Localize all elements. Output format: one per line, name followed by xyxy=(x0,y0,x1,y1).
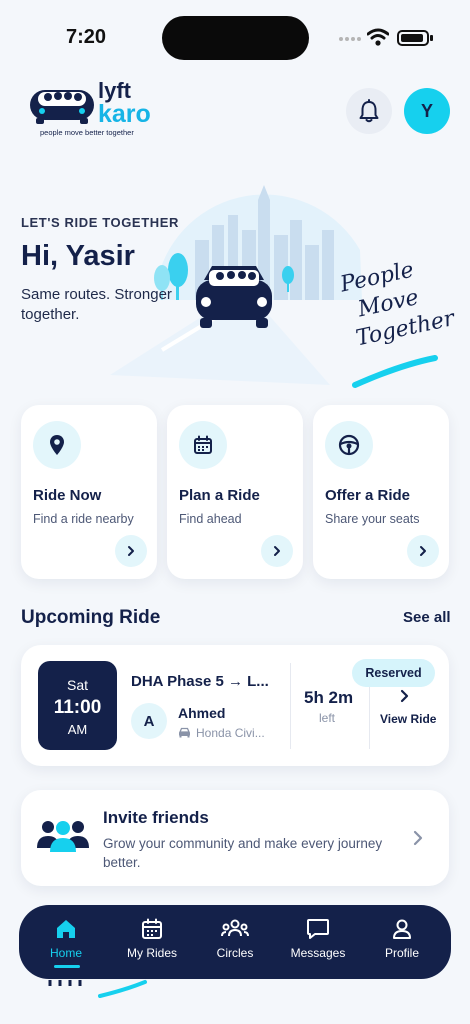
status-time: 7:20 xyxy=(66,26,107,48)
chevron-right-icon[interactable] xyxy=(412,830,424,846)
location-pin-icon xyxy=(50,435,64,455)
chevron-right-icon xyxy=(420,546,426,556)
greeting-title: Hi, Yasir xyxy=(21,240,135,272)
hero-subtext: Same routes. Stronger together. xyxy=(21,286,172,323)
ride-divider xyxy=(290,663,291,749)
ride-now-arrow-button[interactable] xyxy=(115,535,147,567)
logo-tagline: people move better together xyxy=(40,128,134,137)
nav-messages[interactable]: Messages xyxy=(275,905,361,979)
plan-ride-arrow-button[interactable] xyxy=(261,535,293,567)
notifications-button[interactable] xyxy=(346,88,392,134)
active-indicator xyxy=(54,965,80,968)
ride-now-icon-wrap xyxy=(33,421,81,469)
driver-name: Ahmed xyxy=(178,705,226,721)
nav-circles-label: Circles xyxy=(216,946,254,960)
hero-car-icon xyxy=(196,266,272,328)
dynamic-island xyxy=(162,16,309,60)
plan-ride-icon-wrap xyxy=(179,421,227,469)
offer-ride-card[interactable]: Offer a Ride Share your seats xyxy=(313,405,449,579)
nav-messages-label: Messages xyxy=(290,946,346,960)
app-logo: lyft karo people move better together xyxy=(26,78,176,140)
ride-now-card[interactable]: Ride Now Find a ride nearby xyxy=(21,405,157,579)
plan-ride-subtitle: Find ahead xyxy=(179,512,242,526)
nav-my-rides[interactable]: My Rides xyxy=(109,905,195,979)
bell-icon xyxy=(359,99,379,123)
calendar-icon xyxy=(142,918,162,939)
nav-profile-label: Profile xyxy=(384,946,419,960)
plan-ride-title: Plan a Ride xyxy=(179,487,260,504)
battery-icon xyxy=(397,30,429,46)
ride-time: 11:00 xyxy=(53,697,102,718)
offer-ride-arrow-button[interactable] xyxy=(407,535,439,567)
car-icon xyxy=(179,727,190,738)
nav-my-rides-label: My Rides xyxy=(126,946,177,960)
car-model: Honda Civi... xyxy=(196,726,265,740)
ride-ampm: AM xyxy=(67,722,88,737)
nav-circles[interactable]: Circles xyxy=(192,905,278,979)
profile-avatar[interactable]: Y xyxy=(404,88,450,134)
invite-title: Invite friends xyxy=(103,808,209,827)
chevron-right-icon xyxy=(274,546,280,556)
group-people-icon xyxy=(37,821,89,852)
group-icon xyxy=(221,919,249,937)
nav-home[interactable]: Home xyxy=(23,905,109,979)
chevron-right-icon xyxy=(128,546,134,556)
nav-profile[interactable]: Profile xyxy=(359,905,445,979)
bottom-navigation: Home My Rides Circles Messages Profile xyxy=(19,905,451,979)
invite-description: Grow your community and make every journ… xyxy=(103,836,383,870)
plan-ride-card[interactable]: Plan a Ride Find ahead xyxy=(167,405,303,579)
hero-eyebrow: LET'S RIDE TOGETHER xyxy=(21,215,179,230)
ride-date-box: Sat 11:00 AM xyxy=(38,661,117,750)
user-icon xyxy=(393,919,411,939)
ride-eta: 5h 2m xyxy=(304,688,354,707)
ride-now-title: Ride Now xyxy=(33,487,102,504)
ride-route: DHA Phase 5 → L... xyxy=(131,673,269,690)
offer-ride-subtitle: Share your seats xyxy=(325,512,420,526)
upcoming-ride-heading: Upcoming Ride xyxy=(21,607,161,628)
ride-now-subtitle: Find a ride nearby xyxy=(33,512,134,526)
steering-wheel-icon xyxy=(338,434,360,456)
calendar-icon xyxy=(194,435,212,454)
offer-ride-title: Offer a Ride xyxy=(325,487,411,504)
logo-word-bottom: karo xyxy=(98,100,151,128)
chat-icon xyxy=(307,919,329,939)
ride-eta-label: left xyxy=(319,711,336,725)
see-all-link[interactable]: See all xyxy=(403,609,451,626)
offer-ride-icon-wrap xyxy=(325,421,373,469)
view-ride-button[interactable]: View Ride xyxy=(380,712,436,726)
cellular-signal-icon xyxy=(339,37,361,41)
wifi-icon xyxy=(367,28,389,46)
ride-day: Sat xyxy=(66,677,88,693)
driver-avatar: A xyxy=(131,703,167,739)
status-badge: Reserved xyxy=(352,659,435,687)
chevron-right-icon[interactable] xyxy=(399,689,411,703)
battery-tip xyxy=(430,35,433,41)
nav-home-label: Home xyxy=(49,946,82,960)
home-icon xyxy=(57,920,75,938)
